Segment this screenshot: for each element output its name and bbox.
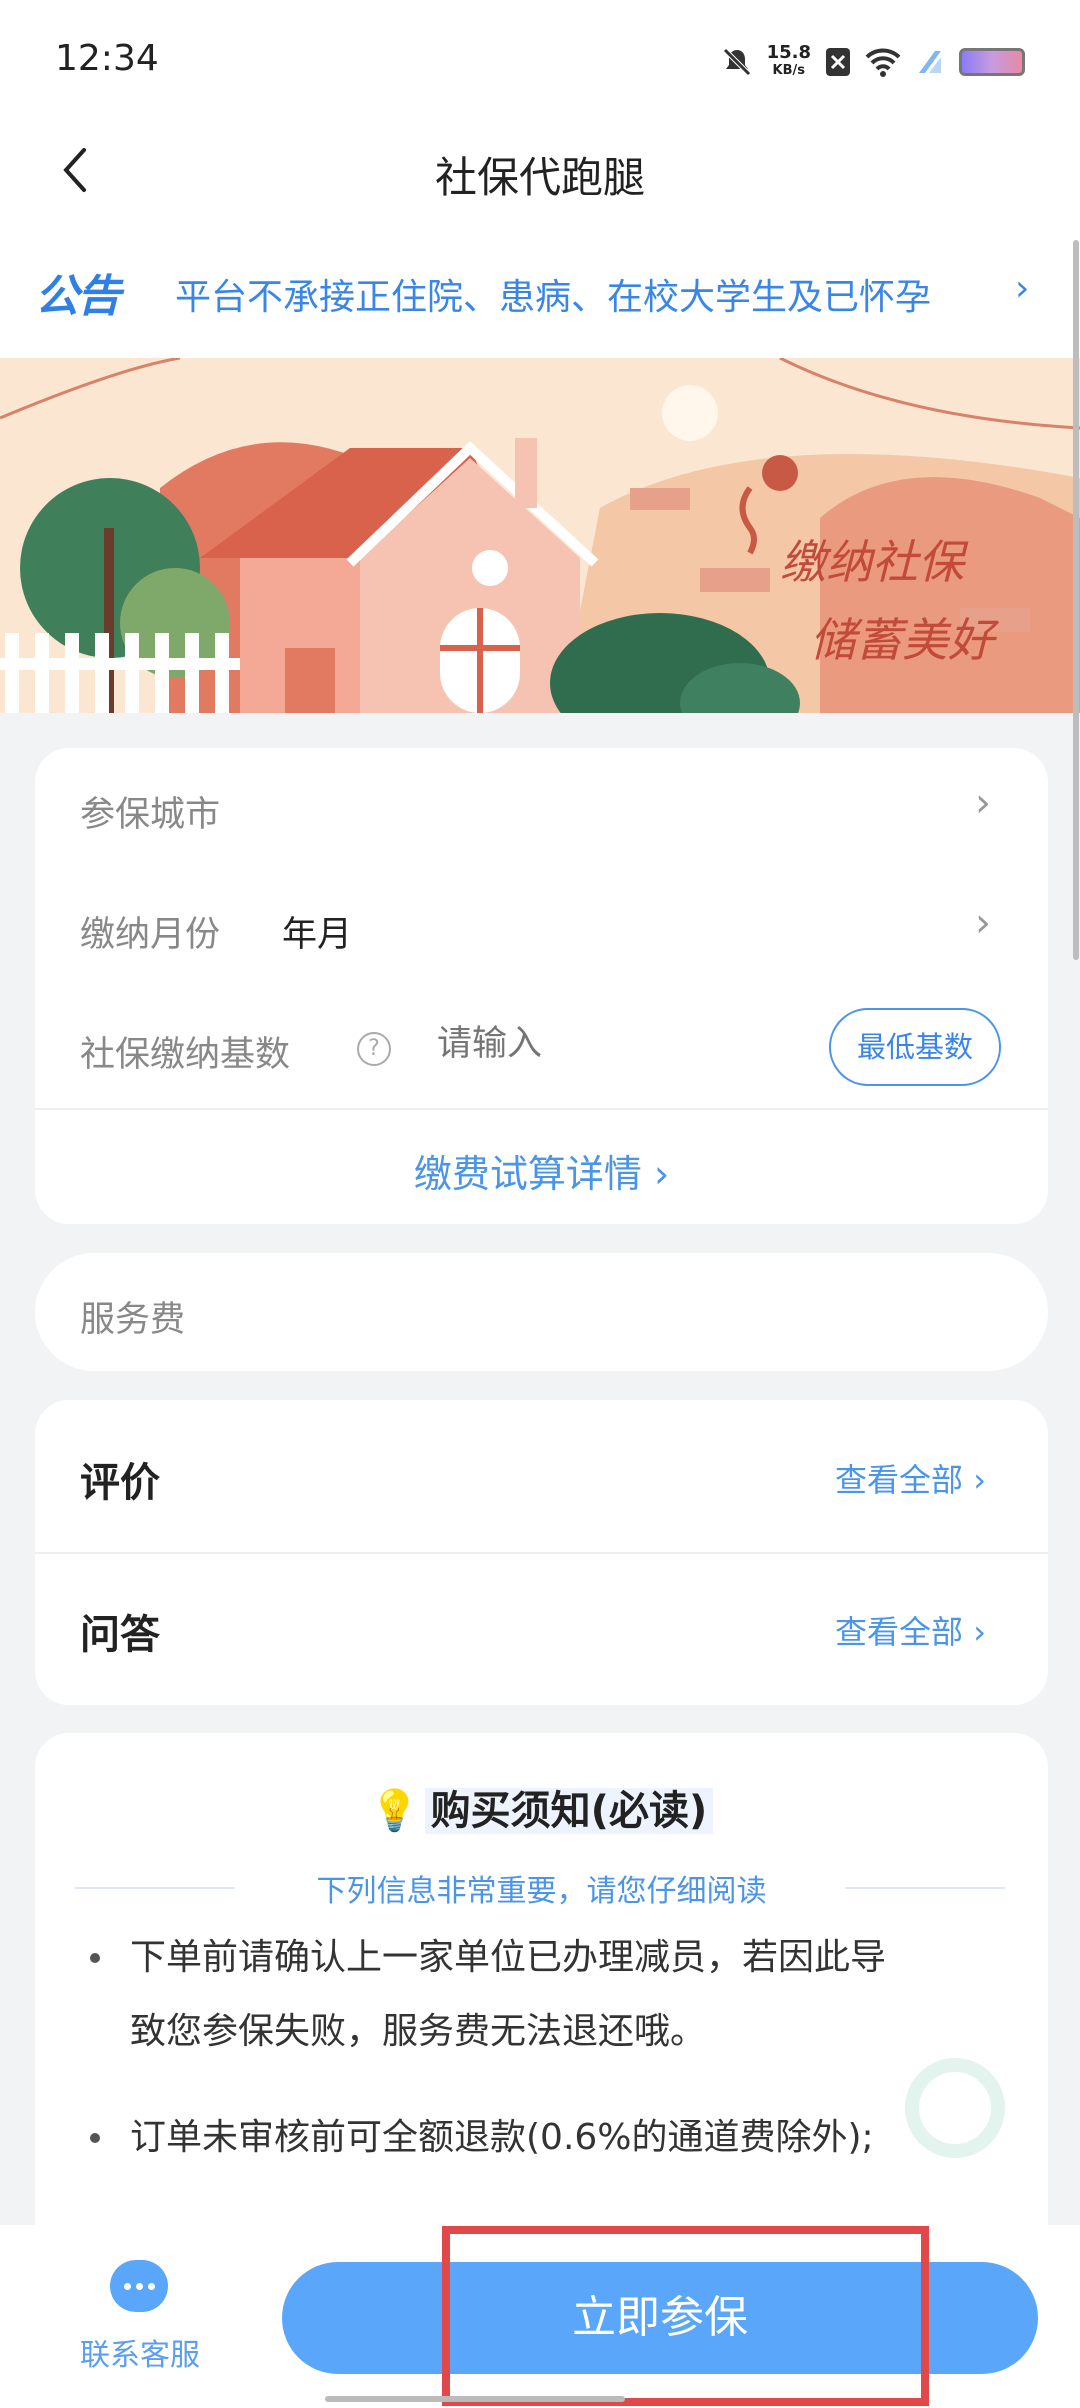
floating-circle xyxy=(905,2058,1005,2158)
min-base-button[interactable]: 最低基数 xyxy=(829,1008,1001,1086)
help-icon[interactable]: ? xyxy=(357,1032,391,1066)
chevron-right-icon: › xyxy=(975,900,991,946)
calc-details-label: 缴费试算详情 xyxy=(413,1152,642,1196)
banner-text-2: 储蓄美好 xyxy=(810,613,1000,667)
back-button[interactable] xyxy=(40,135,110,205)
reviews-qa-card: 评价 查看全部 › 问答 查看全部 › xyxy=(35,1400,1048,1705)
app-notification-icon xyxy=(919,51,941,73)
sim-blocked-icon xyxy=(826,48,850,76)
mute-bell-icon xyxy=(722,48,751,76)
divider xyxy=(35,1552,1048,1554)
status-time: 12:34 xyxy=(55,38,159,79)
purchase-notice-title: 购买须知(必读) xyxy=(424,1788,714,1834)
base-input[interactable] xyxy=(435,1018,739,1070)
service-fee-label: 服务费 xyxy=(80,1300,186,1340)
calculation-card: 参保城市 › 缴纳月份 年月 › 社保缴纳基数 ? 最低基数 缴费试算详情 › xyxy=(35,748,1048,1224)
promo-banner[interactable]: 缴纳社保 储蓄美好 xyxy=(0,358,1080,713)
chevron-right-icon: › xyxy=(1015,268,1030,309)
bullet xyxy=(90,1953,100,1963)
chevron-right-icon: › xyxy=(653,1152,670,1196)
battery-icon xyxy=(959,48,1025,76)
status-icons: 15.8 KB/s xyxy=(721,42,1025,82)
reviews-view-all[interactable]: 查看全部 › xyxy=(835,1455,986,1501)
announcement-tag: 公告 xyxy=(35,271,121,322)
divider xyxy=(845,1887,1005,1889)
month-selector[interactable] xyxy=(35,863,1048,973)
banner-illustration: 缴纳社保 储蓄美好 xyxy=(0,358,1080,713)
speed-value: 15.8 xyxy=(766,42,811,63)
chat-bubble-icon xyxy=(110,2260,168,2312)
qa-view-all-label: 查看全部 xyxy=(835,1613,964,1651)
divider xyxy=(35,1108,1048,1110)
banner-text-1: 缴纳社保 xyxy=(780,535,969,589)
city-selector[interactable] xyxy=(35,748,1048,858)
bullet xyxy=(90,2133,100,2143)
notice-title-row: 💡 购买须知(必读) xyxy=(35,1778,1048,1836)
network-speed: 15.8 KB/s xyxy=(767,44,811,80)
base-label: 社保缴纳基数 xyxy=(80,1035,291,1075)
customer-service-button[interactable]: 联系客服 xyxy=(60,2250,220,2380)
customer-service-label: 联系客服 xyxy=(80,2338,200,2373)
reviews-title: 评价 xyxy=(80,1460,160,1506)
scrollbar[interactable] xyxy=(1073,240,1079,960)
notice-item-1-line-1: 下单前请确认上一家单位已办理减员，若因此导 xyxy=(130,1937,887,1978)
back-arrow-icon xyxy=(63,148,86,192)
speed-unit: KB/s xyxy=(772,63,806,78)
purchase-notice-card: 💡 购买须知(必读) 下列信息非常重要，请您仔细阅读 下单前请确认上一家单位已办… xyxy=(35,1733,1048,2253)
wifi-icon xyxy=(865,48,901,77)
reviews-view-all-label: 查看全部 xyxy=(835,1461,964,1499)
chevron-right-icon: › xyxy=(963,1461,986,1499)
service-fee-card: 服务费 xyxy=(35,1253,1048,1371)
chevron-right-icon: › xyxy=(975,780,991,826)
page-title: 社保代跑腿 xyxy=(434,153,645,202)
calc-details-link[interactable]: 缴费试算详情 › xyxy=(35,1143,1048,1198)
notice-item-1-line-2: 致您参保失败，服务费无法退还哦。 xyxy=(130,2011,707,2052)
announcement-text: 平台不承接正住院、患病、在校大学生及已怀孕 xyxy=(175,277,932,318)
highlight-box xyxy=(442,2226,929,2406)
notice-item-2-line-1: 订单未审核前可全额退款(0.6%的通道费除外); xyxy=(130,2117,874,2158)
lightbulb-icon: 💡 xyxy=(369,1788,420,1834)
qa-title: 问答 xyxy=(80,1612,160,1658)
qa-view-all[interactable]: 查看全部 › xyxy=(835,1607,986,1653)
chevron-right-icon: › xyxy=(963,1613,986,1651)
home-indicator xyxy=(325,2396,625,2402)
